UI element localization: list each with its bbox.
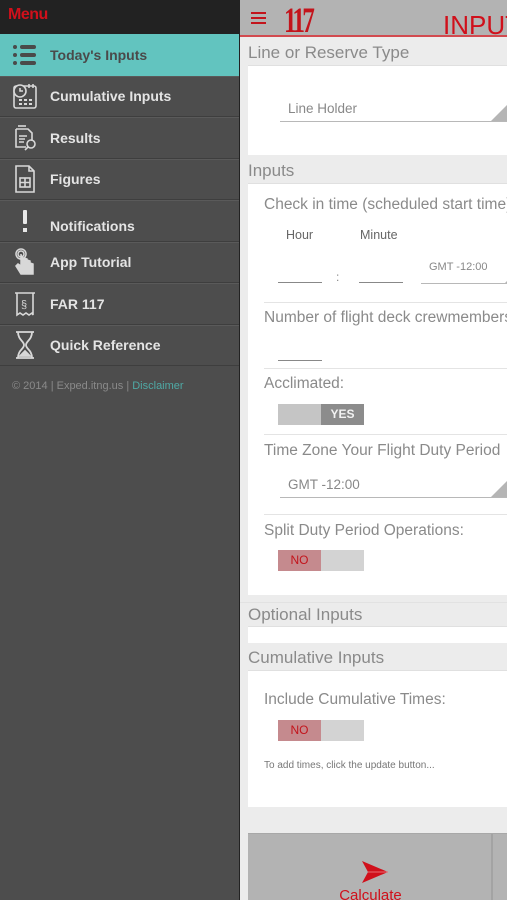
time-colon: : [336,270,340,284]
hour-label: Hour [286,228,314,242]
scroll-section-icon: § [0,284,50,324]
line-reserve-panel: Line Holder [248,65,507,155]
split-duty-toggle[interactable]: NO [278,550,364,571]
document-search-icon [0,118,50,158]
svg-text:§: § [21,299,27,311]
minute-input[interactable] [359,269,403,283]
document-table-icon [0,160,50,200]
inputs-panel: Check in time (scheduled start time) Hou… [248,183,507,595]
acclimated-label: Acclimated: [264,375,345,392]
cumulative-hint: To add times, click the update button... [264,760,435,771]
minute-label: Minute [360,228,398,242]
section-header-optional[interactable]: Optional Inputs [240,602,507,626]
section-header-cumulative: Cumulative Inputs [240,646,507,670]
toggle-yes-segment: YES [321,404,364,425]
include-cumulative-label: Include Cumulative Times: [264,691,446,708]
sidebar-header: Menu [0,0,239,34]
toggle-no-segment: NO [278,720,321,741]
sidebar-item-results[interactable]: Results [0,117,239,159]
checkin-timezone-value: GMT -12:00 [429,261,488,273]
acclimated-toggle[interactable]: YES [278,404,364,425]
section-header-inputs: Inputs [240,159,507,183]
split-duty-row: Split Duty Period Operations: NO [264,515,507,595]
cumulative-panel: Include Cumulative Times: NO To add time… [248,670,507,807]
line-reserve-value: Line Holder [288,101,358,116]
split-duty-label: Split Duty Period Operations: [264,522,464,539]
hour-input[interactable] [278,269,322,283]
sidebar-item-cumulative-inputs[interactable]: Cumulative Inputs [0,75,239,117]
sidebar-item-label: Results [50,129,101,146]
menu-title: Menu [8,6,48,23]
calculate-button[interactable]: Calculate [248,834,493,900]
sidebar-item-label: Notifications [50,217,135,234]
sidebar-item-quick-reference[interactable]: Quick Reference [0,324,239,366]
sidebar-item-notifications[interactable]: Notifications [0,200,239,242]
hourglass-icon [0,326,50,366]
calendar-clock-icon [0,77,50,117]
checkin-label: Check in time (scheduled start time) [264,196,507,213]
action-bar: Calculate [248,833,507,900]
sidebar-item-label: Quick Reference [50,337,161,354]
line-reserve-select[interactable]: Line Holder [280,98,507,122]
crew-input[interactable] [278,347,322,361]
toggle-off-segment [278,404,321,425]
sidebar-item-label: Cumulative Inputs [50,88,172,105]
select-corner-icon [491,475,507,497]
timezone-row: Time Zone Your Flight Duty Period GMT -1… [264,435,507,515]
top-bar: 117 INPUTS [240,0,507,40]
include-cumulative-toggle[interactable]: NO [278,720,364,741]
section-header-line-reserve: Line or Reserve Type [240,41,507,65]
checkin-timezone-select[interactable]: GMT -12:00 [421,260,507,284]
sidebar-item-label: FAR 117 [50,295,105,312]
sidebar-item-label: Figures [50,171,101,188]
exclamation-icon [0,201,50,241]
hamburger-menu-icon[interactable] [251,12,266,27]
select-corner-icon [491,99,507,121]
send-arrow-icon [361,861,389,888]
sidebar-item-far-117[interactable]: § FAR 117 [0,283,239,325]
copyright-text: © 2014 | Exped.itng.us | [12,380,133,392]
crew-label: Number of flight deck crewmembers [264,309,507,326]
sidebar-menu: Menu Today's Inputs Cumulative Inputs Re… [0,0,239,900]
sidebar-footer: © 2014 | Exped.itng.us | Disclaimer [0,366,239,406]
disclaimer-link[interactable]: Disclaimer [132,380,183,392]
sidebar-item-app-tutorial[interactable]: App Tutorial [0,241,239,283]
calculate-label: Calculate [339,887,402,900]
checkin-row: Check in time (scheduled start time) Hou… [264,196,507,303]
list-icon [0,35,50,75]
toggle-off-segment [321,720,364,741]
tap-hand-icon [0,243,50,283]
timezone-select[interactable]: GMT -12:00 [280,474,507,498]
app-logo: 117 [284,0,315,40]
sidebar-item-todays-inputs[interactable]: Today's Inputs [0,34,239,76]
sidebar-item-label: Today's Inputs [50,46,148,63]
sidebar-item-label: App Tutorial [50,254,132,271]
toggle-off-segment [321,550,364,571]
main-content: 117 INPUTS Line or Reserve Type Line Hol… [239,0,507,900]
timezone-value: GMT -12:00 [288,477,360,492]
page-title: INPUTS [443,10,507,40]
optional-panel [248,626,507,643]
crew-row: Number of flight deck crewmembers [264,303,507,369]
timezone-label: Time Zone Your Flight Duty Period [264,442,501,459]
toggle-no-segment: NO [278,550,321,571]
acclimated-row: Acclimated: YES [264,369,507,435]
sidebar-item-figures[interactable]: Figures [0,158,239,200]
